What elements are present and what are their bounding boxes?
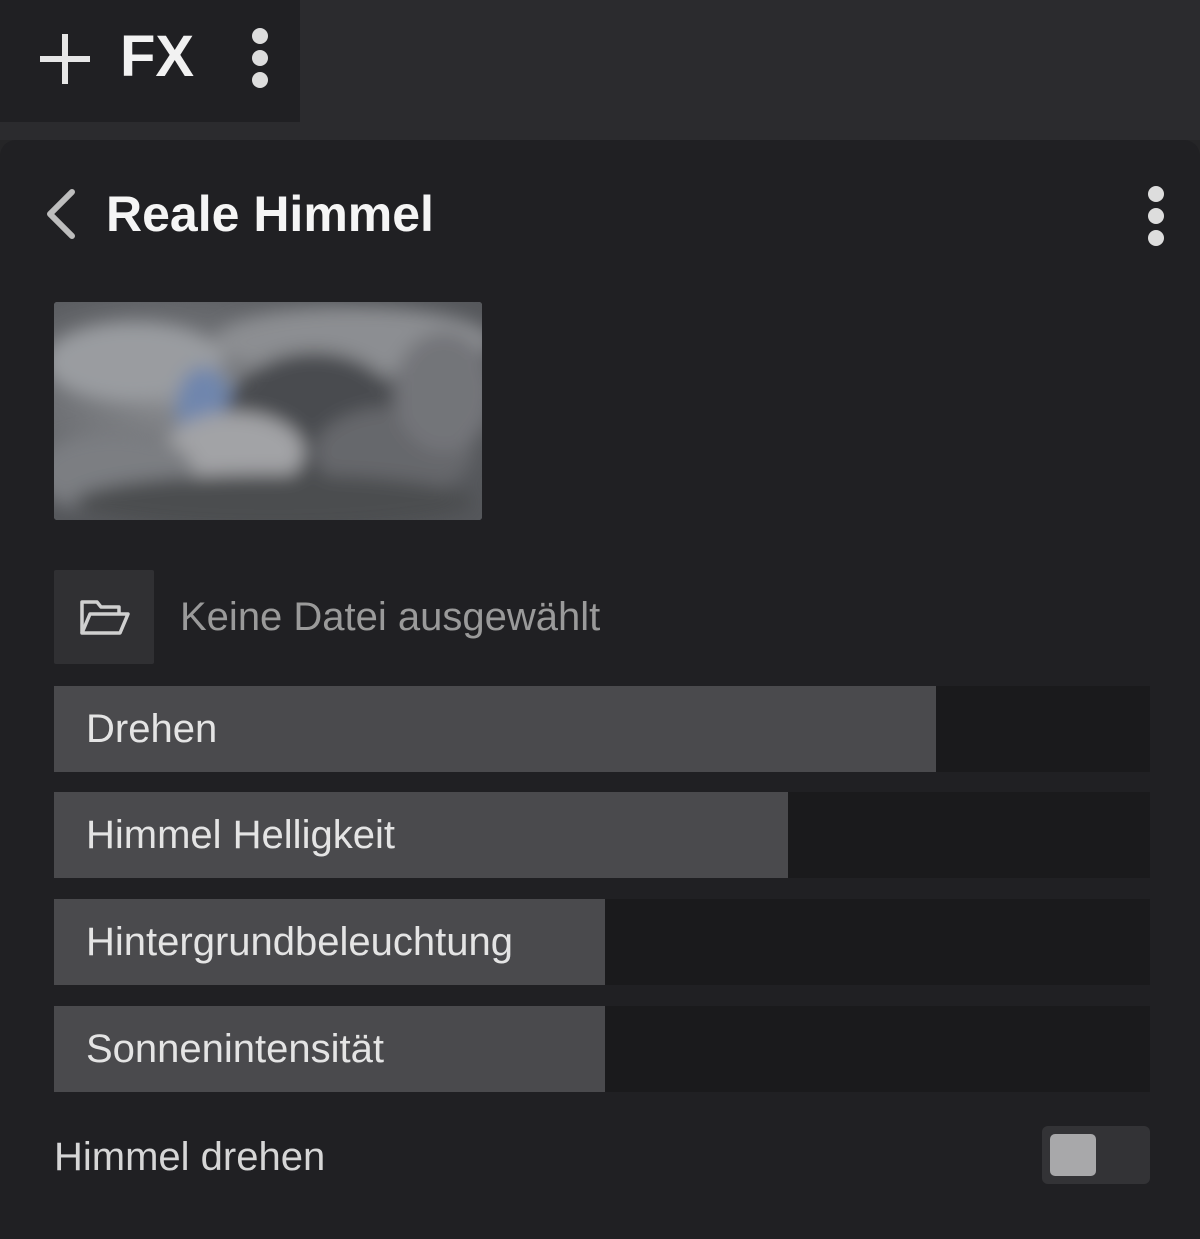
fx-tab[interactable]: FX (0, 0, 300, 122)
file-status-text: Keine Datei ausgewählt (180, 595, 601, 639)
top-toolbar: FX (0, 0, 1200, 140)
slider-drehen[interactable]: Drehen (54, 686, 1150, 772)
toggle-knob[interactable] (1050, 1134, 1096, 1176)
open-file-button[interactable] (54, 570, 154, 664)
toggle-label: Himmel drehen (54, 1135, 326, 1179)
kebab-menu-icon[interactable] (251, 28, 269, 94)
slider-label: Drehen (86, 707, 218, 751)
slider-sonnenintensitaet[interactable]: Sonnenintensität (54, 1006, 1150, 1092)
chevron-left-icon[interactable] (44, 188, 78, 240)
sky-preview-image[interactable] (54, 302, 482, 520)
folder-open-icon (80, 600, 130, 635)
effect-panel: Reale Himmel Keine Datei ausgewählt Dreh… (0, 140, 1200, 1239)
slider-label: Himmel Helligkeit (86, 813, 395, 857)
slider-hintergrundbeleuchtung[interactable]: Hintergrundbeleuchtung (54, 899, 1150, 985)
slider-label: Sonnenintensität (86, 1027, 385, 1071)
plus-icon[interactable] (40, 34, 90, 84)
fx-label[interactable]: FX (120, 22, 194, 92)
slider-himmel-helligkeit[interactable]: Himmel Helligkeit (54, 792, 1150, 878)
slider-label: Hintergrundbeleuchtung (86, 920, 513, 964)
cloudy-sky-thumbnail (54, 302, 482, 520)
himmel-drehen-toggle[interactable] (1042, 1126, 1150, 1184)
panel-title: Reale Himmel (106, 186, 434, 242)
kebab-menu-icon[interactable] (1147, 186, 1165, 252)
